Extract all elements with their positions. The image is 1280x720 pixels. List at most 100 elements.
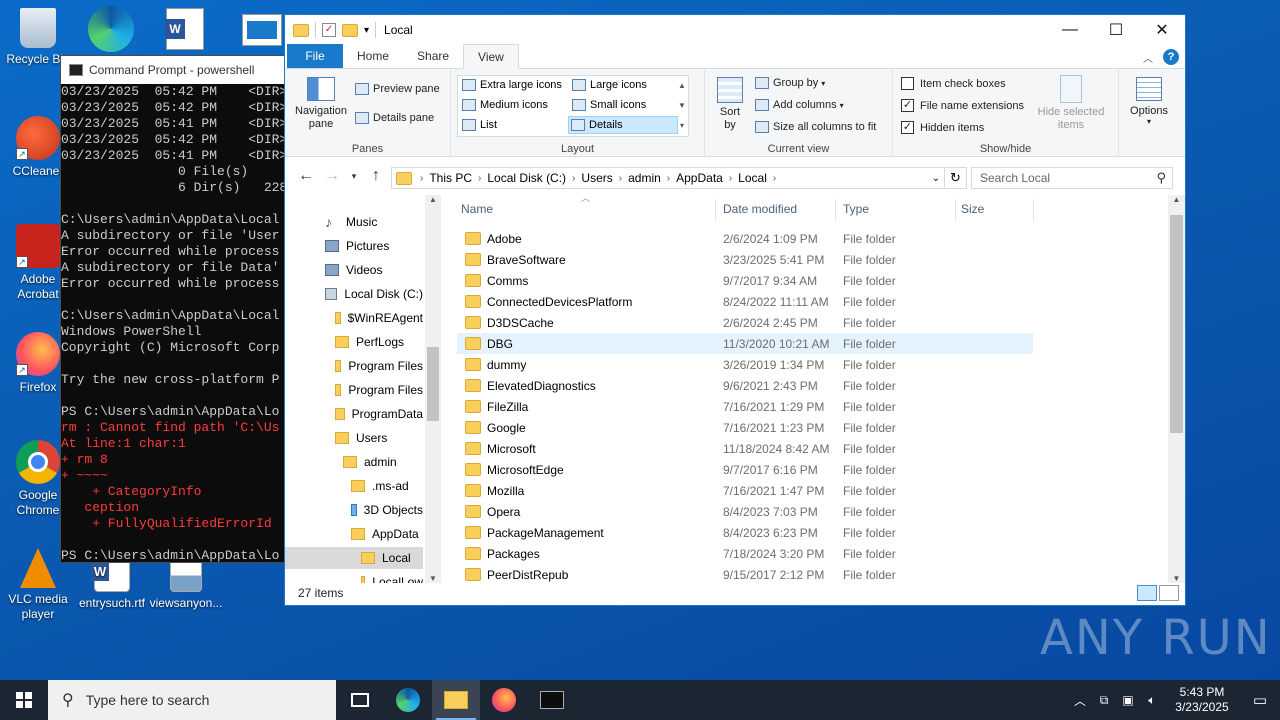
- scroll-up-arrow-icon[interactable]: ▲: [425, 195, 441, 204]
- file-explorer-window[interactable]: ✓ ▾ Local — ☐ ✕ File Home Share View ︿ ?…: [284, 14, 1186, 606]
- options-button[interactable]: Options ▾: [1127, 77, 1171, 126]
- nav-item[interactable]: AppData: [285, 523, 423, 545]
- scrollbar-thumb[interactable]: [1170, 215, 1183, 433]
- file-row[interactable]: ConnectedDevicesPlatform 8/24/2022 11:11 …: [457, 291, 1033, 312]
- desktop-icon-viewsanyon[interactable]: viewsanyon...: [148, 556, 224, 611]
- help-icon[interactable]: ?: [1163, 49, 1179, 65]
- file-row[interactable]: MicrosoftEdge 9/7/2017 6:16 PM File folder: [457, 459, 1033, 480]
- file-row[interactable]: Packages 7/18/2024 3:20 PM File folder: [457, 543, 1033, 564]
- search-input[interactable]: Search Local: [980, 171, 1050, 185]
- item-check-boxes-toggle[interactable]: Item check boxes: [901, 77, 1006, 90]
- address-dropdown-icon[interactable]: ⌄: [928, 173, 944, 184]
- file-row[interactable]: DBG 11/3/2020 10:21 AM File folder: [457, 333, 1033, 354]
- file-name-extensions-toggle[interactable]: ✓ File name extensions: [901, 99, 1024, 112]
- layout-details[interactable]: Details: [568, 116, 678, 134]
- large-icons-view-button[interactable]: [1159, 585, 1179, 601]
- breadcrumb-users[interactable]: Users: [575, 171, 618, 185]
- nav-item[interactable]: ProgramData: [285, 403, 423, 425]
- group-by-button[interactable]: Group by ▾: [755, 77, 825, 89]
- file-row[interactable]: Google 7/16/2021 1:23 PM File folder: [457, 417, 1033, 438]
- details-pane-button[interactable]: Details pane: [355, 112, 434, 124]
- column-header-type[interactable]: Type: [843, 195, 955, 223]
- file-row[interactable]: Mozilla 7/16/2021 1:47 PM File folder: [457, 480, 1033, 501]
- volume-icon[interactable]: 🔈︎: [1140, 693, 1164, 708]
- breadcrumb-local-disk[interactable]: Local Disk (C:): [481, 171, 572, 185]
- collapse-ribbon-icon[interactable]: ︿: [1143, 50, 1153, 65]
- nav-item[interactable]: $WinREAgent: [285, 307, 423, 329]
- file-row[interactable]: BraveSoftware 3/23/2025 5:41 PM File folde…: [457, 249, 1033, 270]
- layout-large-icons[interactable]: Large icons: [570, 76, 678, 94]
- network-icon[interactable]: ▣: [1116, 693, 1140, 707]
- document-desktop-icon[interactable]: [242, 14, 282, 46]
- breadcrumb-appdata[interactable]: AppData: [670, 171, 729, 185]
- layout-small-icons[interactable]: Small icons: [570, 96, 678, 114]
- taskbar-search-box[interactable]: ⚲ Type here to search: [48, 680, 336, 720]
- refresh-icon[interactable]: ↻: [944, 168, 966, 188]
- nav-item[interactable]: Program Files: [285, 355, 423, 377]
- properties-icon[interactable]: ✓: [322, 23, 336, 37]
- nav-item[interactable]: ♪ Music: [285, 211, 423, 233]
- preview-pane-button[interactable]: Preview pane: [355, 83, 440, 95]
- details-view-button[interactable]: [1137, 585, 1157, 601]
- task-view-button[interactable]: [336, 680, 384, 720]
- breadcrumb-admin[interactable]: admin: [622, 171, 667, 185]
- nav-item[interactable]: Local Disk (C:): [285, 283, 423, 305]
- clock[interactable]: 5:43 PM 3/23/2025: [1164, 685, 1240, 715]
- navigation-pane[interactable]: ▲ ▼ ♪ Music Pictures Videos Local Disk (C:) $…: [285, 195, 441, 583]
- show-hidden-icons-chevron-icon[interactable]: ︿: [1068, 692, 1092, 709]
- new-folder-icon[interactable]: [342, 23, 358, 37]
- layout-gallery-scroll[interactable]: ▲ ▼ ▾: [676, 76, 688, 136]
- cmd-titlebar[interactable]: Command Prompt - powershell: [61, 56, 284, 84]
- column-divider[interactable]: [715, 199, 716, 221]
- start-button[interactable]: [0, 680, 48, 720]
- file-row[interactable]: Microsoft 11/18/2024 8:42 AM File folder: [457, 438, 1033, 459]
- nav-item[interactable]: Program Files: [285, 379, 423, 401]
- address-bar[interactable]: › This PC › Local Disk (C:) › Users › ad…: [391, 167, 967, 189]
- notifications-icon[interactable]: ▭: [1240, 691, 1280, 709]
- close-button[interactable]: ✕: [1139, 15, 1185, 45]
- breadcrumb-this-pc[interactable]: This PC: [423, 171, 478, 185]
- file-row[interactable]: PackageManagement 8/4/2023 6:23 PM File fo…: [457, 522, 1033, 543]
- scrollbar-thumb[interactable]: [427, 347, 439, 421]
- column-divider[interactable]: [955, 199, 956, 221]
- tab-file[interactable]: File: [287, 44, 343, 68]
- edge-desktop-icon[interactable]: [88, 6, 134, 52]
- nav-item[interactable]: .ms-ad: [285, 475, 423, 497]
- taskbar-firefox[interactable]: [480, 680, 528, 720]
- maximize-button[interactable]: ☐: [1093, 15, 1139, 45]
- hidden-items-toggle[interactable]: ✓ Hidden items: [901, 121, 984, 134]
- file-row[interactable]: Opera 8/4/2023 7:03 PM File folder: [457, 501, 1033, 522]
- file-row[interactable]: FileZilla 7/16/2021 1:29 PM File folder: [457, 396, 1033, 417]
- nav-item[interactable]: Local: [285, 547, 423, 569]
- desktop-icon-entrysuch-rtf[interactable]: W entrysuch.rtf: [74, 556, 150, 611]
- sort-by-button[interactable]: Sort by: [715, 77, 745, 132]
- customize-quick-access-icon[interactable]: ▾: [364, 25, 369, 36]
- item-check-boxes-checkbox[interactable]: [901, 77, 914, 90]
- tab-view[interactable]: View: [463, 44, 519, 69]
- layout-extra-large-icons[interactable]: Extra large icons: [460, 76, 568, 94]
- size-all-columns-button[interactable]: Size all columns to fit: [755, 121, 876, 133]
- column-divider[interactable]: [1033, 199, 1034, 221]
- taskbar-cmd[interactable]: [528, 680, 576, 720]
- nav-item[interactable]: Pictures: [285, 235, 423, 257]
- taskbar-file-explorer[interactable]: [432, 680, 480, 720]
- layout-list[interactable]: List: [460, 116, 568, 134]
- taskbar-search-input[interactable]: Type here to search: [86, 692, 210, 708]
- column-header-size[interactable]: Size: [961, 195, 1033, 223]
- nav-item[interactable]: admin: [285, 451, 423, 473]
- navigation-pane-scrollbar[interactable]: ▲ ▼: [425, 195, 441, 583]
- recent-locations-icon[interactable]: ▾: [345, 171, 363, 182]
- explorer-titlebar[interactable]: ✓ ▾ Local — ☐ ✕: [285, 15, 1185, 45]
- file-row[interactable]: D3DSCache 2/6/2024 2:45 PM File folder: [457, 312, 1033, 333]
- tab-home[interactable]: Home: [343, 44, 403, 68]
- file-list[interactable]: ︿ Name Date modified Type Size Adobe 2/6/…: [457, 195, 1169, 583]
- file-row[interactable]: ElevatedDiagnostics 9/6/2021 2:43 PM File …: [457, 375, 1033, 396]
- tab-share[interactable]: Share: [403, 44, 463, 68]
- add-columns-button[interactable]: Add columns ▾: [755, 99, 844, 111]
- hidden-items-checkbox[interactable]: ✓: [901, 121, 914, 134]
- breadcrumb-separator-icon[interactable]: ›: [773, 173, 776, 184]
- console-output[interactable]: 03/23/2025 05:42 PM <DIR> 03/23/2025 05:4…: [61, 84, 284, 564]
- taskbar-edge[interactable]: [384, 680, 432, 720]
- scroll-up-arrow-icon[interactable]: ▲: [1168, 195, 1185, 204]
- navigation-pane-button[interactable]: Navigation pane: [291, 77, 351, 131]
